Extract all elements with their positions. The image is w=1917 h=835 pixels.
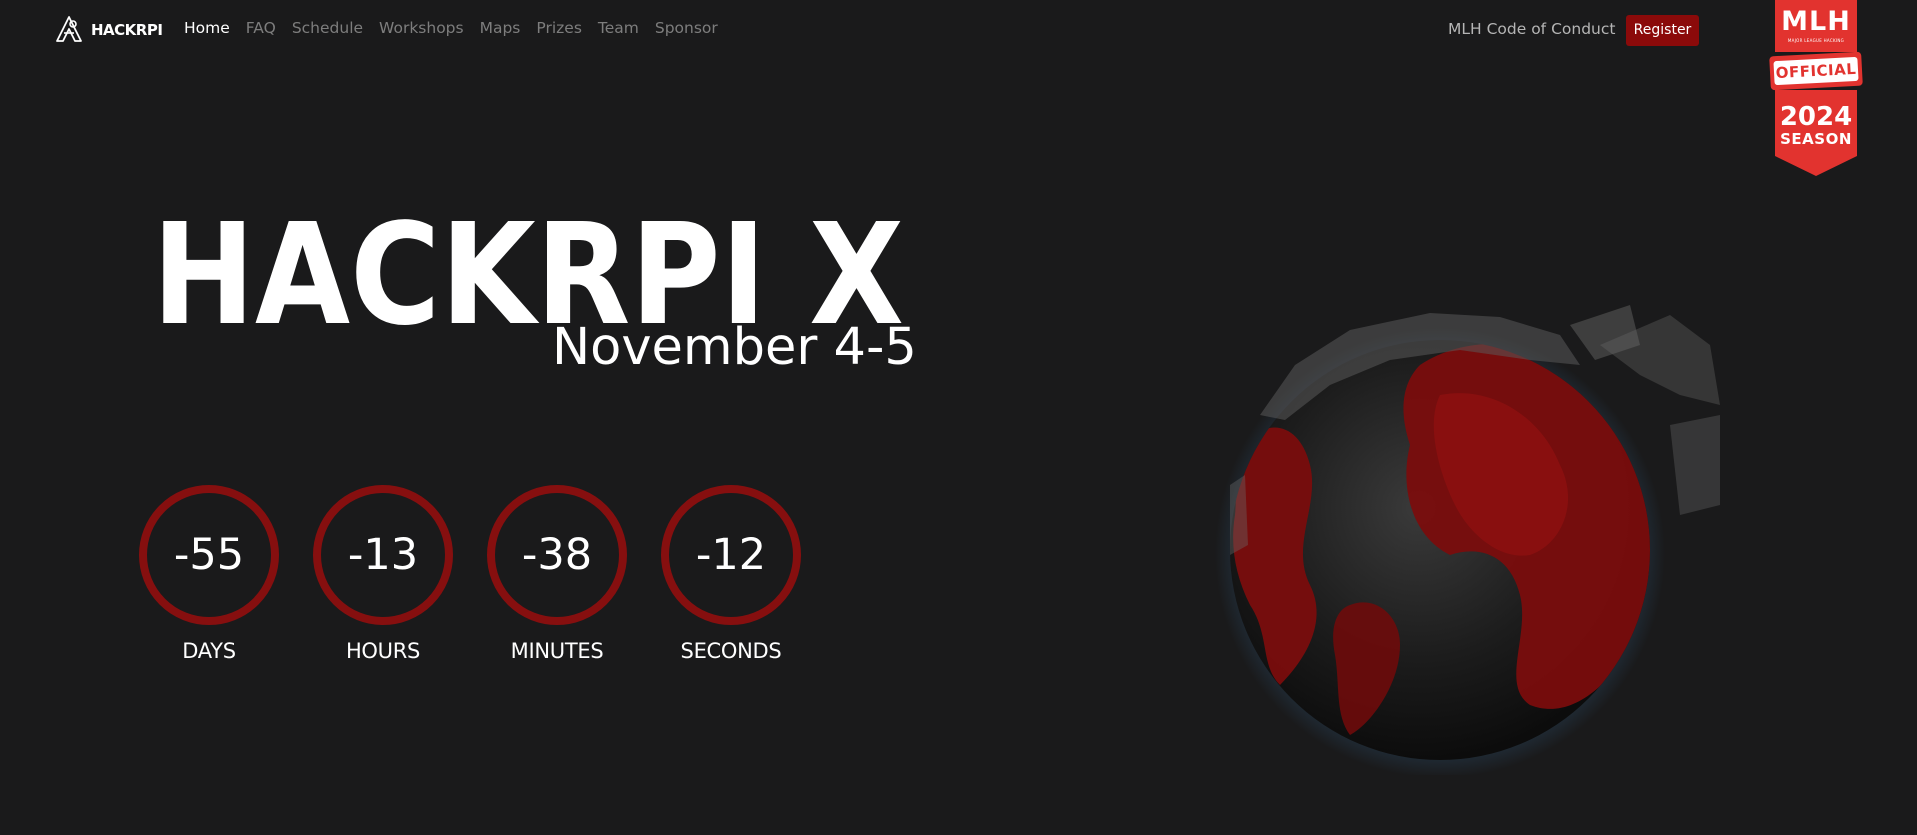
register-button[interactable]: Register xyxy=(1626,15,1699,46)
countdown-seconds-label: SECONDS xyxy=(680,639,782,663)
brand-name: HACKRPI xyxy=(91,21,163,39)
mlh-badge-subtitle: MAJOR LEAGUE HACKING xyxy=(1787,38,1845,43)
hero-title: HACKRPI X xyxy=(152,205,912,335)
countdown-days-value: -55 xyxy=(173,530,245,580)
hero-title-text: HACKRPI X xyxy=(152,205,904,335)
mlh-badge-official-text: OFFICIAL xyxy=(1773,56,1859,86)
page: HACKRPI Home FAQ Schedule Workshops Maps… xyxy=(0,0,1917,835)
mlh-badge-season: SEASON xyxy=(1780,130,1852,148)
mlh-badge-point xyxy=(1775,156,1857,176)
nav-link-maps[interactable]: Maps xyxy=(480,19,521,37)
nav-link-sponsor[interactable]: Sponsor xyxy=(655,19,718,37)
mlh-badge-year: 2024 xyxy=(1779,102,1853,132)
mlh-badge-top: MLH MAJOR LEAGUE HACKING xyxy=(1775,0,1857,52)
countdown-hours-label: HOURS xyxy=(345,639,421,663)
nav-link-faq[interactable]: FAQ xyxy=(246,19,276,37)
countdown-days-label: DAYS xyxy=(182,639,236,663)
nav-link-team[interactable]: Team xyxy=(598,19,639,37)
countdown-minutes-label: MINUTES xyxy=(510,639,604,663)
countdown-minutes-value: -38 xyxy=(521,530,593,580)
hackrpi-logo-icon xyxy=(56,16,82,42)
brand-logo[interactable]: HACKRPI xyxy=(53,15,163,45)
top-navigation: HACKRPI Home FAQ Schedule Workshops Maps… xyxy=(0,0,1917,60)
globe-illustration[interactable] xyxy=(1200,305,1720,778)
event-date: November 4-5 xyxy=(552,318,917,377)
nav-link-prizes[interactable]: Prizes xyxy=(536,19,582,37)
nav-link-home[interactable]: Home xyxy=(184,19,230,37)
nav-link-workshops[interactable]: Workshops xyxy=(379,19,464,37)
nav-links: Home FAQ Schedule Workshops Maps Prizes … xyxy=(184,19,734,37)
mlh-badge-official-ribbon: OFFICIAL xyxy=(1769,51,1863,91)
mlh-trust-badge[interactable]: MLH MAJOR LEAGUE HACKING OFFICIAL 2024 S… xyxy=(1768,0,1864,176)
mlh-badge-bottom: 2024 SEASON xyxy=(1775,90,1857,156)
mlh-badge-title: MLH xyxy=(1781,6,1851,37)
countdown-hours-value: -13 xyxy=(347,530,419,580)
code-of-conduct-link[interactable]: MLH Code of Conduct xyxy=(1448,20,1615,38)
countdown-seconds-value: -12 xyxy=(695,530,767,580)
nav-link-schedule[interactable]: Schedule xyxy=(292,19,363,37)
